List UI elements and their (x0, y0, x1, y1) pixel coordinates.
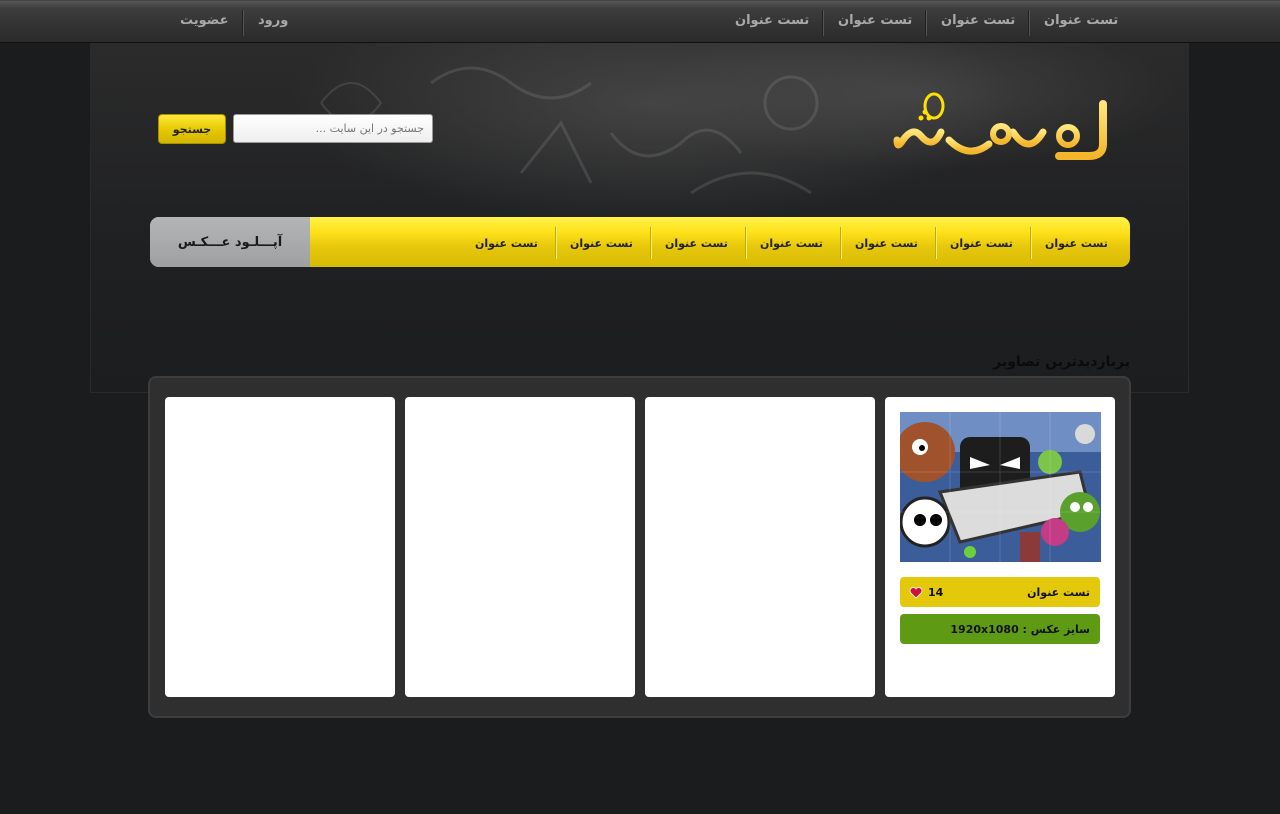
mainnav-item-4[interactable]: تست عنوان (760, 217, 823, 267)
register-link[interactable]: عضویت (180, 0, 228, 42)
image-title-bar[interactable]: تست عنوان 14 (900, 577, 1100, 607)
main-navbar: آپـــلـود عـــکـس تست عنوان تست عنوان تس… (150, 217, 1130, 267)
topnav-divider (925, 10, 927, 36)
site-logo[interactable] (893, 92, 1125, 170)
like-count: 14 (928, 586, 944, 599)
topnav-link-2[interactable]: تست عنوان (941, 0, 1015, 42)
mainnav-item-3[interactable]: تست عنوان (855, 217, 918, 267)
topnav-divider (822, 10, 824, 36)
mainnav-item-2[interactable]: تست عنوان (950, 217, 1013, 267)
mainnav-item-5[interactable]: تست عنوان (665, 217, 728, 267)
cartoon-collage-image (900, 412, 1101, 562)
mainnav-divider (650, 227, 652, 259)
mainnav-divider (935, 227, 937, 259)
image-size: سایز عکس : 1920x1080 (950, 623, 1090, 636)
mainnav-item-1[interactable]: تست عنوان (1045, 217, 1108, 267)
mainnav-item-6[interactable]: تست عنوان (570, 217, 633, 267)
empty-card (165, 397, 395, 697)
topnav-link-1[interactable]: تست عنوان (1044, 0, 1118, 42)
topnav-link-4[interactable]: تست عنوان (735, 0, 809, 42)
empty-card (405, 397, 635, 697)
topnav-link-3[interactable]: تست عنوان (838, 0, 912, 42)
upload-photo-button[interactable]: آپـــلـود عـــکـس (150, 217, 310, 267)
mainnav-item-7[interactable]: تست عنوان (475, 217, 538, 267)
section-title: پربازدیدترین تصاویر (993, 354, 1130, 370)
topnav-divider (1028, 10, 1030, 36)
image-size-bar: سایز عکس : 1920x1080 (900, 614, 1100, 644)
search-button[interactable]: جستجو (158, 114, 226, 144)
search-input[interactable] (233, 114, 433, 143)
topnav-divider (242, 10, 244, 36)
image-card[interactable]: تست عنوان 14 سایز عکس : 1920x1080 (885, 397, 1115, 697)
image-thumbnail[interactable] (900, 412, 1101, 562)
login-link[interactable]: ورود (258, 0, 288, 42)
mainnav-divider (745, 227, 747, 259)
mainnav-divider (555, 227, 557, 259)
top-navbar: تست عنوان تست عنوان تست عنوان تست عنوان … (0, 0, 1280, 43)
image-title[interactable]: تست عنوان (1027, 577, 1090, 608)
mainnav-divider (840, 227, 842, 259)
heart-icon[interactable] (909, 585, 923, 599)
logo-graphic (893, 92, 1107, 160)
empty-card (645, 397, 875, 697)
mainnav-divider (1030, 227, 1032, 259)
